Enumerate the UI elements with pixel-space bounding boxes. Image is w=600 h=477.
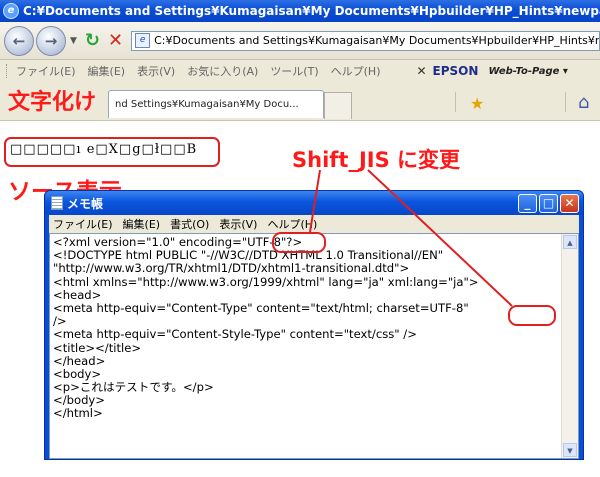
callout-line-charset [367,169,513,307]
callout-arrows [309,169,513,307]
callout-line-encoding [309,169,321,233]
